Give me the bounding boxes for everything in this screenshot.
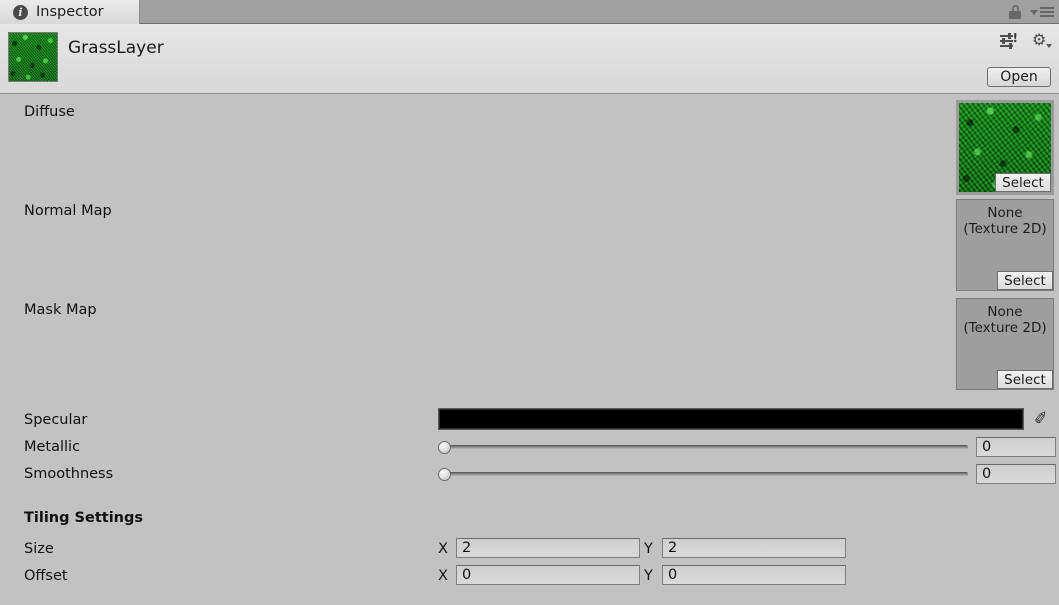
eyedropper-icon[interactable]: ✐ <box>1030 408 1053 431</box>
metallic-slider-handle[interactable] <box>438 441 451 454</box>
tab-bar: i Inspector <box>0 0 1059 24</box>
label-smoothness: Smoothness <box>24 466 114 482</box>
specular-color-field[interactable] <box>438 408 1024 430</box>
normal-map-empty-label: None (Texture 2D) <box>963 205 1047 237</box>
offset-y-axis-label: Y <box>644 568 653 584</box>
normal-map-texture-slot[interactable]: None (Texture 2D) Select <box>956 199 1054 291</box>
open-button[interactable]: Open <box>987 67 1051 87</box>
diffuse-texture-slot[interactable]: Select <box>956 100 1054 195</box>
smoothness-slider-handle[interactable] <box>438 468 451 481</box>
metallic-slider-track[interactable] <box>438 445 968 450</box>
inspector-window: i Inspector GrassLayer ! ⚙ Open Diffuse … <box>0 0 1059 605</box>
size-y-input[interactable]: 2 <box>662 538 846 558</box>
label-metallic: Metallic <box>24 439 81 455</box>
tab-bar-controls <box>1009 0 1054 24</box>
tiling-settings-title: Tiling Settings <box>24 510 143 526</box>
tab-inspector-label: Inspector <box>36 4 104 20</box>
label-mask-map: Mask Map <box>24 302 97 318</box>
size-y-axis-label: Y <box>644 541 653 557</box>
properties-body: Diffuse Select Normal Map None (Texture … <box>0 95 1059 605</box>
gear-icon[interactable]: ⚙ <box>1032 32 1052 49</box>
smoothness-slider-track[interactable] <box>438 472 968 477</box>
normal-map-select-button[interactable]: Select <box>997 271 1053 290</box>
metallic-slider[interactable] <box>438 438 968 456</box>
label-diffuse: Diffuse <box>24 104 75 120</box>
tab-inspector[interactable]: i Inspector <box>0 0 140 24</box>
offset-x-input[interactable]: 0 <box>456 565 640 585</box>
object-header: GrassLayer ! ⚙ Open <box>0 24 1059 94</box>
mask-map-texture-slot[interactable]: None (Texture 2D) Select <box>956 298 1054 390</box>
label-specular: Specular <box>24 412 88 428</box>
preset-badge: ! <box>1012 31 1018 45</box>
smoothness-value-input[interactable]: 0 <box>976 464 1056 484</box>
mask-map-empty-label: None (Texture 2D) <box>963 304 1047 336</box>
diffuse-select-button[interactable]: Select <box>995 173 1051 192</box>
chevron-down-icon <box>1046 44 1052 48</box>
grass-texture-thumbnail <box>8 32 58 82</box>
info-icon: i <box>13 4 28 20</box>
metallic-value-input[interactable]: 0 <box>976 437 1056 457</box>
label-normal-map: Normal Map <box>24 203 112 219</box>
lock-icon[interactable] <box>1009 5 1021 19</box>
hamburger-menu-icon[interactable] <box>1030 7 1054 17</box>
preset-selector-icon[interactable]: ! <box>1000 31 1018 49</box>
header-icon-group: ! ⚙ <box>1000 31 1052 49</box>
page-title: GrassLayer <box>68 38 164 58</box>
mask-map-select-button[interactable]: Select <box>997 370 1053 389</box>
label-offset: Offset <box>24 568 68 584</box>
offset-y-input[interactable]: 0 <box>662 565 846 585</box>
size-x-input[interactable]: 2 <box>456 538 640 558</box>
size-x-axis-label: X <box>438 541 448 557</box>
smoothness-slider[interactable] <box>438 465 968 483</box>
label-size: Size <box>24 541 54 557</box>
offset-x-axis-label: X <box>438 568 448 584</box>
